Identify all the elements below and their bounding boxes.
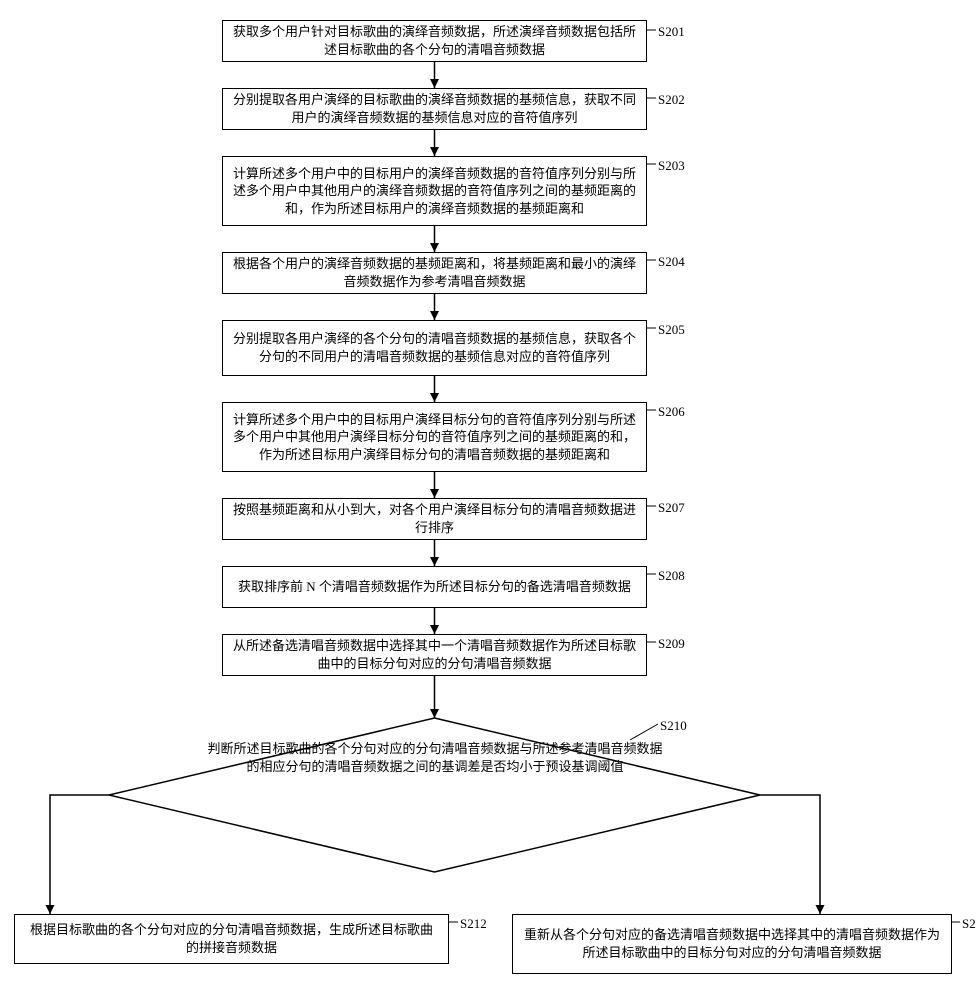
step-s204: 根据各个用户的演绎音频数据的基频距离和，将基频距离和最小的演绎音频数据作为参考清… bbox=[222, 252, 647, 294]
step-s205: 分别提取各用户演绎的各个分句的清唱音频数据的基频信息，获取各个分句的不同用户的清… bbox=[222, 320, 647, 376]
step-s202: 分别提取各用户演绎的目标歌曲的演绎音频数据的基频信息，获取不同用户的演绎音频数据… bbox=[222, 88, 647, 130]
step-label-s202: S202 bbox=[658, 92, 685, 108]
step-label-s212: S212 bbox=[460, 916, 487, 932]
step-text: 根据目标歌曲的各个分句对应的分句清唱音频数据，生成所述目标歌曲的拼接音频数据 bbox=[25, 921, 438, 956]
step-label-s211: S211 bbox=[962, 916, 976, 932]
step-label-s207: S207 bbox=[658, 500, 685, 516]
step-text: 按照基频距离和从小到大，对各个用户演绎目标分句的清唱音频数据进行排序 bbox=[233, 501, 636, 536]
step-text: 计算所述多个用户中的目标用户的演绎音频数据的音符值序列分别与所述多个用户中其他用… bbox=[233, 165, 636, 218]
step-label-s204: S204 bbox=[658, 254, 685, 270]
step-label-s210: S210 bbox=[660, 718, 687, 734]
step-s203: 计算所述多个用户中的目标用户的演绎音频数据的音符值序列分别与所述多个用户中其他用… bbox=[222, 156, 647, 226]
step-label-s201: S201 bbox=[658, 24, 685, 40]
flowchart-canvas: 获取多个用户针对目标歌曲的演绎音频数据，所述演绎音频数据包括所述目标歌曲的各个分… bbox=[0, 0, 976, 1000]
step-s201: 获取多个用户针对目标歌曲的演绎音频数据，所述演绎音频数据包括所述目标歌曲的各个分… bbox=[222, 20, 647, 62]
step-s206: 计算所述多个用户中的目标用户演绎目标分句的音符值序列分别与所述多个用户中其他用户… bbox=[222, 402, 647, 472]
step-s208: 获取排序前 N 个清唱音频数据作为所述目标分句的备选清唱音频数据 bbox=[222, 566, 647, 608]
step-text: 计算所述多个用户中的目标用户演绎目标分句的音符值序列分别与所述多个用户中其他用户… bbox=[233, 411, 636, 464]
step-label-s206: S206 bbox=[658, 404, 685, 420]
step-text: 重新从各个分句对应的备选清唱音频数据中选择其中的清唱音频数据作为所述目标歌曲中的… bbox=[523, 926, 941, 961]
step-label-s205: S205 bbox=[658, 322, 685, 338]
step-s209: 从所述备选清唱音频数据中选择其中一个清唱音频数据作为所述目标歌曲中的目标分句对应… bbox=[222, 634, 647, 676]
step-label-s203: S203 bbox=[658, 158, 685, 174]
step-s212: 根据目标歌曲的各个分句对应的分句清唱音频数据，生成所述目标歌曲的拼接音频数据 bbox=[14, 914, 449, 964]
step-s207: 按照基频距离和从小到大，对各个用户演绎目标分句的清唱音频数据进行排序 bbox=[222, 498, 647, 540]
step-text: 分别提取各用户演绎的各个分句的清唱音频数据的基频信息，获取各个分句的不同用户的清… bbox=[233, 330, 636, 365]
step-text: 获取排序前 N 个清唱音频数据作为所述目标分句的备选清唱音频数据 bbox=[238, 578, 631, 596]
step-s211: 重新从各个分句对应的备选清唱音频数据中选择其中的清唱音频数据作为所述目标歌曲中的… bbox=[512, 914, 952, 974]
step-text: 根据各个用户的演绎音频数据的基频距离和，将基频距离和最小的演绎音频数据作为参考清… bbox=[233, 255, 636, 290]
step-text: 分别提取各用户演绎的目标歌曲的演绎音频数据的基频信息，获取不同用户的演绎音频数据… bbox=[233, 91, 636, 126]
step-text: 获取多个用户针对目标歌曲的演绎音频数据，所述演绎音频数据包括所述目标歌曲的各个分… bbox=[233, 23, 636, 58]
step-label-s208: S208 bbox=[658, 568, 685, 584]
step-label-s209: S209 bbox=[658, 636, 685, 652]
step-text: 从所述备选清唱音频数据中选择其中一个清唱音频数据作为所述目标歌曲中的目标分句对应… bbox=[233, 637, 636, 672]
decision-text: 判断所述目标歌曲的各个分句对应的分句清唱音频数据与所述参考清唱音频数据的相应分句… bbox=[205, 740, 665, 775]
